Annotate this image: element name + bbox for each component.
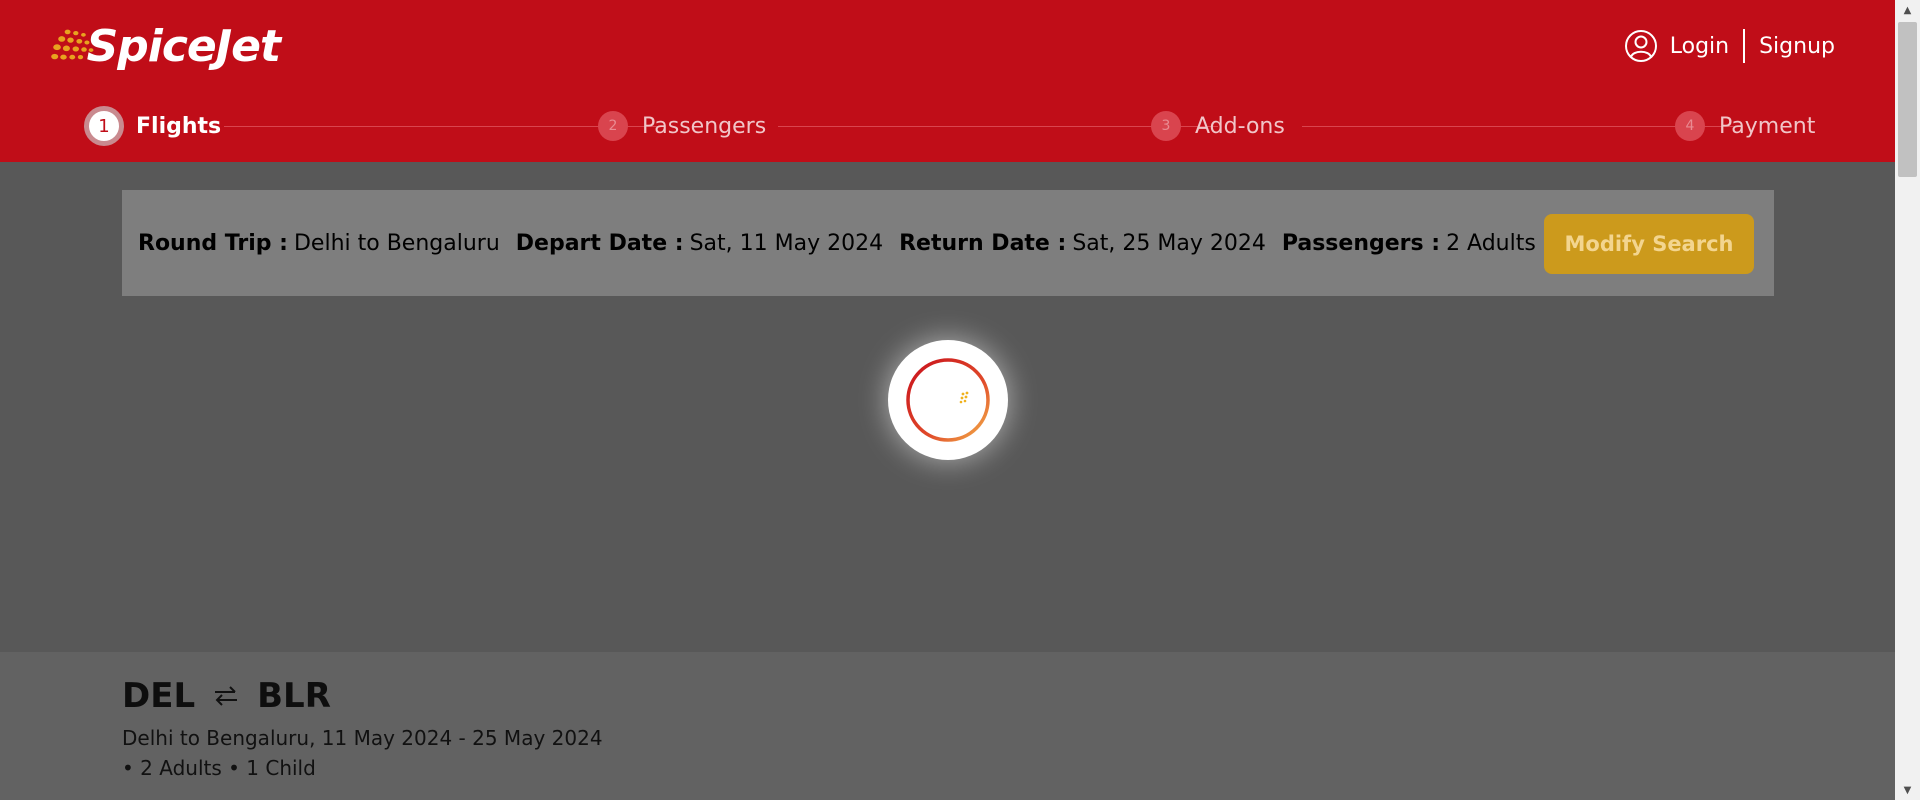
auth-links: Login Signup [1624, 26, 1835, 66]
scroll-up-arrow-icon[interactable]: ▲ [1895, 0, 1920, 20]
origin-code: DEL [122, 676, 196, 716]
passengers-label: Passengers : [1281, 230, 1441, 256]
return-date-label: Return Date : [899, 230, 1067, 256]
auth-divider [1743, 29, 1746, 63]
trip-type-label: Round Trip : [138, 230, 288, 256]
spicejet-logo[interactable]: SpiceJet [50, 14, 281, 78]
depart-date-label: Depart Date : [515, 230, 684, 256]
step-number: 3 [1151, 111, 1181, 141]
step-connector [1302, 126, 1738, 127]
loading-spinner-icon [906, 358, 990, 442]
logo-dots-icon [51, 29, 94, 60]
step-number: 2 [598, 111, 628, 141]
route-passengers: • 2 Adults • 1 Child [122, 756, 316, 780]
login-link[interactable]: Login [1670, 34, 1729, 59]
step-number: 1 [84, 106, 124, 146]
search-summary: Round Trip : Delhi to Bengaluru Depart D… [122, 190, 1774, 296]
route-title: DEL BLR [122, 676, 331, 716]
step-passengers[interactable]: 2 Passengers [598, 106, 766, 146]
user-icon[interactable] [1624, 29, 1658, 63]
step-label: Flights [136, 113, 222, 139]
step-label: Passengers [642, 113, 767, 139]
step-label: Payment [1719, 113, 1816, 139]
page-scrollbar[interactable]: ▲ ▼ [1895, 0, 1920, 800]
swap-arrows-icon [215, 686, 238, 706]
booking-stepper: 1 Flights 2 Passengers 3 Add-ons 4 Payme… [84, 106, 1815, 146]
scroll-down-arrow-icon[interactable]: ▼ [1895, 780, 1920, 800]
return-date-value: Sat, 25 May 2024 [1072, 230, 1266, 256]
destination-code: BLR [257, 676, 331, 716]
logo-text: SpiceJet [86, 20, 281, 72]
step-number: 4 [1675, 111, 1705, 141]
step-label: Add-ons [1195, 113, 1285, 139]
trip-route-value: Delhi to Bengaluru [293, 230, 500, 256]
step-flights[interactable]: 1 Flights [84, 106, 221, 146]
site-header: SpiceJet Login Signup 1 Flights 2 Passen… [0, 0, 1895, 162]
route-description: Delhi to Bengaluru, 11 May 2024 - 25 May… [122, 726, 603, 750]
scroll-thumb[interactable] [1898, 22, 1917, 177]
step-payment[interactable]: 4 Payment [1675, 106, 1815, 146]
step-addons[interactable]: 3 Add-ons [1151, 106, 1285, 146]
modify-search-button[interactable]: Modify Search [1544, 214, 1754, 274]
depart-date-value: Sat, 11 May 2024 [689, 230, 884, 256]
signup-link[interactable]: Signup [1759, 34, 1835, 59]
loading-spinner [888, 340, 1008, 460]
